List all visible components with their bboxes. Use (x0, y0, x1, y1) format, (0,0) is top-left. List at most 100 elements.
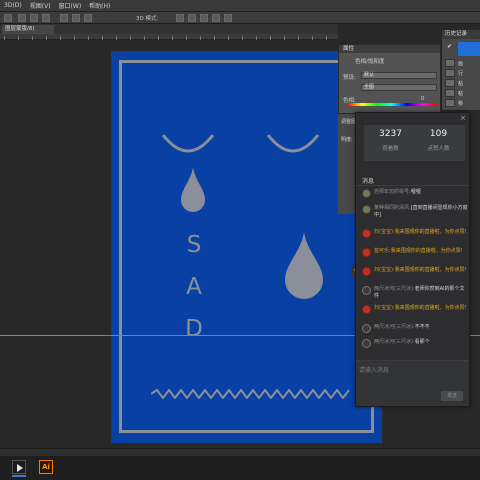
chat-input-area: 发送 (356, 360, 469, 406)
ruler-tick (298, 36, 299, 40)
avatar[interactable] (362, 267, 371, 276)
properties-panel-title[interactable]: 属性 (339, 45, 440, 53)
3d-scale-icon[interactable] (224, 14, 232, 22)
media-player-app-icon[interactable] (12, 460, 26, 477)
chat-stats-box: 3237 观看数 109 点赞人数 (364, 125, 465, 161)
ruler-tick (312, 36, 313, 40)
chat-nickname[interactable]: 两尺冰河(三尺冰): (374, 339, 415, 345)
right-eye-closed (266, 131, 320, 159)
3d-roll-icon[interactable] (188, 14, 196, 22)
horizontal-ruler (0, 34, 338, 40)
chat-nickname[interactable]: 刘(宝宝): (374, 229, 395, 235)
history-item-icon[interactable] (445, 59, 455, 67)
avatar[interactable] (362, 286, 371, 295)
preset-select[interactable]: 默认 (361, 72, 437, 79)
menu-item-view[interactable]: 视图(V) (30, 1, 51, 10)
ruler-tick (326, 36, 327, 40)
hue-value[interactable]: 0 (421, 96, 425, 102)
history-item-label: 粘 (458, 91, 464, 97)
sad-letter-a: A (186, 274, 202, 300)
history-item-icon[interactable] (445, 69, 455, 77)
chat-message-text: 两尺冰河(三尺冰):不不不 (374, 324, 469, 331)
ruler-tick (102, 36, 103, 40)
live-chat-panel: × 3237 观看数 109 点赞人数 消息 自那年迈的零号:哩哩 某种相同的清风… (355, 112, 470, 407)
channel-select[interactable]: 全图 (361, 84, 437, 91)
chat-nickname[interactable]: 自那年迈的零号: (374, 189, 411, 195)
left-eye-closed (161, 131, 215, 159)
history-item-icon[interactable] (445, 89, 455, 97)
close-icon[interactable]: × (460, 114, 466, 122)
history-item-icon[interactable] (445, 99, 455, 107)
avatar[interactable] (362, 339, 371, 348)
history-item-icon[interactable] (445, 79, 455, 87)
document-tab[interactable]: 图层蒙版/8) (2, 25, 54, 34)
avatar[interactable] (362, 305, 371, 314)
ruler-tick (88, 36, 89, 40)
chat-body: 不不不 (414, 324, 430, 330)
chat-message-text: 蓝可乐:我来围观你的直播啦，为你点赞! (374, 248, 469, 255)
ruler-tick (228, 36, 229, 40)
sad-letter-d: D (185, 316, 203, 342)
3d-mode-label: 3D 模式: (136, 16, 159, 22)
chat-nickname[interactable]: 刘(宝宝): (374, 267, 395, 273)
ruler-tick (200, 36, 201, 40)
3d-rotate-icon[interactable] (176, 14, 184, 22)
chat-message-text: 两尺冰河(三尺冰):看那个 (374, 339, 469, 346)
chat-body: 哩哩 (410, 189, 421, 195)
illustrator-app-icon[interactable]: Ai (39, 460, 53, 474)
divider (356, 185, 469, 186)
views-stat: 3237 观看数 (368, 129, 413, 152)
messages-title: 消息 (362, 178, 375, 185)
avatar[interactable] (362, 229, 371, 238)
chat-nickname[interactable]: 蓝可乐: (374, 248, 391, 254)
menu-item-3d[interactable]: 3D(D) (4, 2, 22, 9)
ruler-tick (4, 36, 5, 40)
avatar[interactable] (362, 248, 371, 257)
align-left-icon[interactable] (18, 14, 26, 22)
history-item-label: 粘 (458, 81, 464, 87)
properties-panel: 属性 色相/饱和度 预设: 默认 全图 色相: 0 (338, 44, 441, 114)
wave-line (151, 389, 350, 399)
distribute-bottom-icon[interactable] (84, 14, 92, 22)
menu-item-window[interactable]: 窗口(W) (59, 1, 82, 10)
ruler-tick (214, 36, 215, 40)
taskbar: Ai (0, 456, 480, 480)
chat-message-text: 某种相同的清风:[直到直播间显现你小方窗中] (374, 205, 469, 219)
ruler-tick (32, 36, 33, 40)
3d-pan-icon[interactable] (200, 14, 208, 22)
distribute-middle-icon[interactable] (72, 14, 80, 22)
history-snapshot-thumbnail[interactable] (458, 42, 480, 56)
ruler-tick (270, 36, 271, 40)
tool-preset-icon[interactable] (4, 14, 12, 22)
avatar[interactable] (362, 205, 371, 214)
lightness-label: 明度: (341, 137, 353, 143)
distribute-top-icon[interactable] (60, 14, 68, 22)
chat-message-input[interactable] (359, 365, 463, 375)
3d-slide-icon[interactable] (212, 14, 220, 22)
history-panel-title[interactable]: 历史记录 (442, 30, 480, 39)
likes-stat: 109 点赞人数 (416, 129, 461, 152)
menu-bar: 3D(D) 视图(V) 窗口(W) 帮助(H) (0, 0, 480, 12)
chat-nickname[interactable]: 刘(宝宝): (374, 305, 395, 311)
small-teardrop (181, 167, 205, 212)
chat-nickname[interactable]: 两尺冰河(三尺冰): (374, 286, 415, 292)
ruler-tick (256, 36, 257, 40)
views-label: 观看数 (382, 146, 399, 152)
chat-nickname[interactable]: 两尺冰河(三尺冰): (374, 324, 415, 330)
avatar[interactable] (362, 189, 371, 198)
send-button[interactable]: 发送 (441, 391, 463, 401)
chat-message-text: 自那年迈的零号:哩哩 (374, 189, 469, 196)
history-item-label: 画 (458, 61, 464, 67)
chat-message-text: 刘(宝宝):我来围观你的直播啦，为你点赞! (374, 305, 469, 312)
align-center-icon[interactable] (30, 14, 38, 22)
chat-message-text: 刘(宝宝):我来围观你的直播啦，为你点赞! (374, 267, 469, 274)
align-right-icon[interactable] (42, 14, 50, 22)
chat-body: 看那个 (414, 339, 430, 345)
menu-item-help[interactable]: 帮助(H) (89, 1, 110, 10)
preset-label: 预设: (343, 75, 356, 81)
chat-message-text: 刘(宝宝):我来围观你的直播啦，为你点赞! (374, 229, 469, 236)
hue-slider[interactable] (347, 103, 437, 106)
poster-frame (119, 60, 374, 433)
chat-nickname[interactable]: 某种相同的清风: (374, 205, 411, 211)
avatar[interactable] (362, 324, 371, 333)
